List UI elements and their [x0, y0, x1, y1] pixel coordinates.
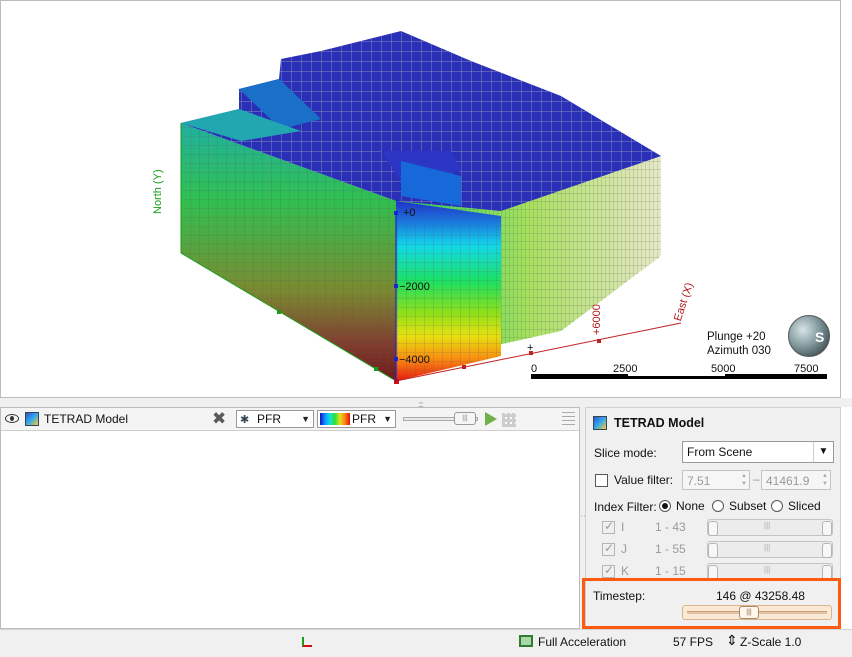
value-filter-min-value: 7.51	[687, 474, 711, 488]
scale-label: 2500	[613, 363, 638, 375]
svg-text:+: +	[527, 342, 533, 354]
index-filter-sliced-radio[interactable]	[771, 500, 783, 512]
scene-item-toolbar: TETRAD Model ✖ ✱ PFR ▼ PFR ▼ |||	[1, 408, 579, 431]
spinner-arrows-icon[interactable]: ▲ ▼	[741, 472, 747, 488]
value-filter-checkbox[interactable]	[595, 474, 608, 487]
index-letter: J	[621, 542, 627, 556]
compass-letter: S	[815, 329, 825, 345]
monitor-icon	[519, 635, 533, 647]
spinner-arrows-icon[interactable]: ▲ ▼	[822, 472, 828, 488]
index-filter-subset-radio[interactable]	[712, 500, 724, 512]
value-filter-max-field[interactable]: 41461.9 ▲ ▼	[761, 470, 831, 490]
scale-label: 7500	[794, 363, 819, 375]
play-icon[interactable]	[485, 412, 497, 426]
scene-list-panel: TETRAD Model ✖ ✱ PFR ▼ PFR ▼ |||	[0, 407, 580, 629]
index-k-checkbox[interactable]	[602, 563, 615, 578]
chevron-down-icon: ▼	[301, 414, 310, 424]
z-tick-label: +0	[403, 207, 416, 219]
zscale-icon[interactable]: ⇕	[726, 633, 738, 647]
properties-title: TETRAD Model	[614, 416, 705, 430]
index-i-checkbox[interactable]	[602, 519, 615, 534]
index-j-checkbox[interactable]	[602, 541, 615, 556]
index-filter-none-label[interactable]: None	[676, 499, 705, 513]
acceleration-status: Full Acceleration	[538, 635, 627, 649]
index-filter-none-radio[interactable]	[659, 500, 671, 512]
slice-mode-select[interactable]: From Scene ▼	[682, 441, 834, 463]
north-axis-label: North (Y)	[152, 169, 164, 214]
grid-icon[interactable]	[502, 413, 516, 427]
axes-icon[interactable]	[302, 637, 312, 647]
index-row-j: J 1 - 55 |||	[586, 540, 840, 560]
compass-globe-icon[interactable]: S	[788, 315, 830, 357]
horizontal-splitter[interactable]: ::::	[0, 398, 852, 409]
index-range: 1 - 43	[655, 520, 686, 534]
attribute-select-value: PFR	[257, 412, 281, 426]
index-range: 1 - 55	[655, 542, 686, 556]
azimuth-text: Azimuth 030	[707, 345, 771, 357]
plunge-text: Plunge +20	[707, 331, 766, 343]
colormap-select-value: PFR	[352, 412, 376, 426]
tetrad-model-icon	[593, 416, 607, 430]
value-filter-label: Value filter:	[614, 473, 674, 487]
index-i-range-slider[interactable]: |||	[707, 519, 833, 536]
value-filter-max-value: 41461.9	[766, 474, 810, 488]
attribute-icon: ✱	[240, 414, 250, 426]
eye-icon[interactable]	[5, 414, 19, 423]
delete-icon[interactable]: ✖	[212, 410, 226, 428]
z-tick-label: −4000	[399, 354, 430, 366]
scale-bar	[531, 374, 827, 379]
chevron-down-icon: ▼	[383, 414, 392, 424]
slice-mode-value: From Scene	[687, 445, 753, 459]
index-letter: I	[621, 520, 625, 534]
index-range: 1 - 15	[655, 564, 686, 578]
fps-counter: 57 FPS	[673, 635, 714, 649]
z-tick-label: −2000	[399, 281, 430, 293]
timestep-highlight-box	[582, 578, 841, 629]
opacity-slider[interactable]: |||	[403, 412, 478, 425]
tetrad-model-icon	[25, 412, 39, 426]
index-filter-subset-label[interactable]: Subset	[729, 499, 766, 513]
colormap-swatch	[320, 413, 350, 425]
slice-mode-label: Slice mode:	[594, 446, 657, 460]
index-filter-label: Index Filter:	[594, 500, 657, 514]
scene-item-title[interactable]: TETRAD Model	[44, 412, 128, 426]
list-icon[interactable]	[562, 412, 575, 425]
index-filter-sliced-label[interactable]: Sliced	[788, 499, 821, 513]
opacity-slider-thumb[interactable]: |||	[454, 412, 476, 425]
zscale-value[interactable]: Z-Scale 1.0	[740, 635, 801, 649]
index-row-i: I 1 - 43 |||	[586, 518, 840, 538]
range-dash: –	[753, 472, 760, 486]
index-j-range-slider[interactable]: |||	[707, 541, 833, 558]
index-letter: K	[621, 564, 630, 578]
colormap-select[interactable]: PFR ▼	[317, 410, 396, 428]
3d-viewport[interactable]: + North (Y) East (X) +0 −2000 −4000 +600…	[0, 0, 841, 398]
scale-label: 5000	[711, 363, 736, 375]
scale-label: 0	[531, 363, 538, 375]
attribute-select[interactable]: ✱ PFR ▼	[236, 410, 314, 428]
value-filter-min-field[interactable]: 7.51 ▲ ▼	[682, 470, 750, 490]
chevron-down-icon: ▼	[813, 442, 833, 462]
status-bar: Full Acceleration 57 FPS ⇕ Z-Scale 1.0	[0, 629, 852, 657]
view-orientation-readout: Plunge +20 Azimuth 030	[707, 330, 771, 358]
east-tick-label: +6000	[591, 304, 603, 335]
